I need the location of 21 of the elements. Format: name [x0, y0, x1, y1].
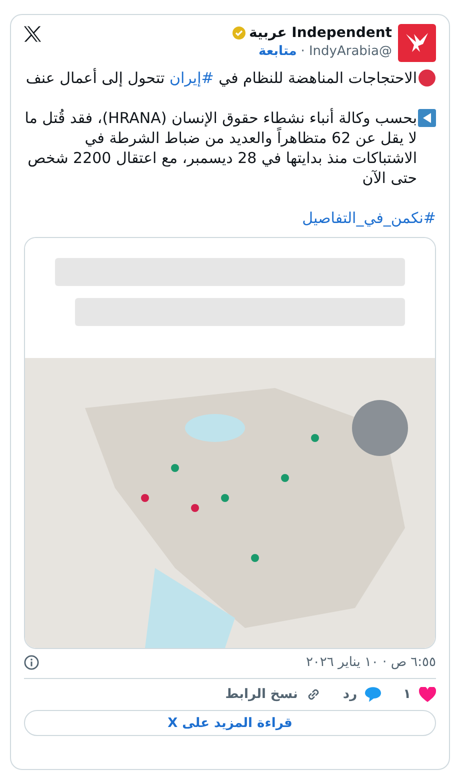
- read-more-button[interactable]: قراءة المزيد على X: [24, 710, 436, 736]
- tweet-text: بحسب وكالة أنباء نشطاء حقوق الإنسان (HRANA)، فقد قُتل ما لا يقل عن 62 متظاهراً والعديد من ضباط الشرطة في الاشتباكات منذ بدايتها في 28 ديسمبر، مع اعتقال 2200 شخص حتى الآن: [24, 108, 417, 188]
- circle-icon: [418, 69, 436, 87]
- link-icon: [306, 687, 321, 702]
- hashtag-link[interactable]: #إيران: [169, 69, 214, 87]
- heart-icon: [419, 687, 436, 702]
- follow-link[interactable]: متابعة: [258, 44, 297, 59]
- account-handle[interactable]: @IndyArabia: [308, 44, 392, 59]
- timestamp[interactable]: ٦:٥٥ ص · ١٠ يناير ٢٠٢٦: [306, 655, 436, 670]
- copy-link-label[interactable]: نسخ الرابط: [225, 687, 298, 702]
- tweet-text: الاحتجاجات المناهضة للنظام في #إيران تتحول إلى أعمال عنف: [24, 68, 417, 88]
- play-left-icon: [418, 109, 436, 127]
- info-icon[interactable]: [24, 655, 39, 670]
- reply-label[interactable]: رد: [342, 687, 358, 702]
- eagle-logo-icon[interactable]: [398, 24, 436, 62]
- like-count[interactable]: ١: [403, 687, 411, 702]
- x-logo-icon[interactable]: [24, 26, 41, 42]
- separator-dot: ·: [300, 44, 305, 59]
- hashtag-link[interactable]: #نكمن_في_التفاصيل: [302, 208, 436, 228]
- speech-bubble-icon: [365, 687, 382, 702]
- account-name[interactable]: Independent عربية: [249, 25, 392, 41]
